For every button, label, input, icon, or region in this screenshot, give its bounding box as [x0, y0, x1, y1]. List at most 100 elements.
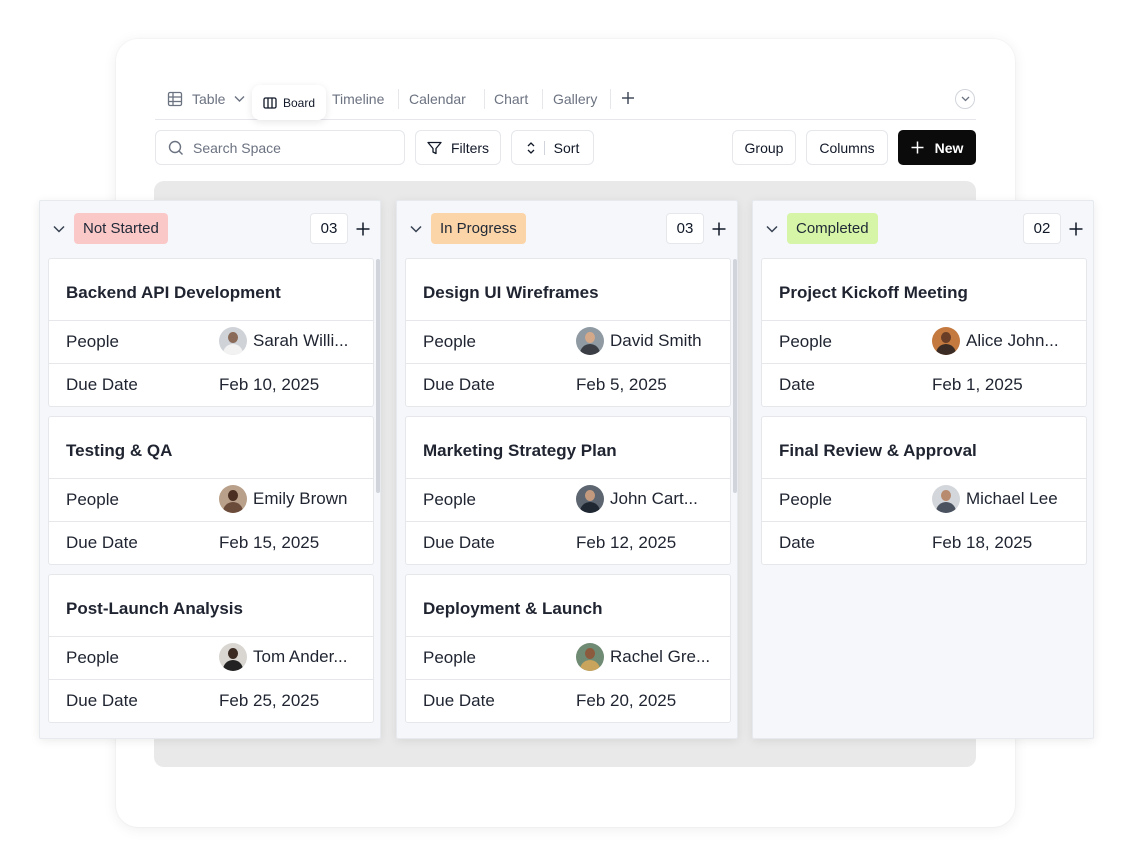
- filters-button[interactable]: Filters: [415, 130, 501, 165]
- task-card[interactable]: Final Review & Approval People Michael L…: [761, 416, 1087, 565]
- person-chip[interactable]: John Cart...: [576, 485, 698, 513]
- sort-divider: [543, 140, 545, 155]
- avatar: [932, 327, 960, 355]
- chevron-down-icon[interactable]: [409, 222, 423, 236]
- person-chip[interactable]: Tom Ander...: [219, 643, 348, 671]
- tab-timeline[interactable]: Timeline: [332, 80, 384, 118]
- chevron-down-icon: [961, 96, 969, 102]
- tab-board[interactable]: Board: [252, 85, 326, 120]
- avatar: [576, 485, 604, 513]
- columns-button[interactable]: Columns: [806, 130, 888, 165]
- search-box[interactable]: [155, 130, 405, 165]
- person-name: Rachel Gre...: [610, 647, 711, 666]
- tab-divider: [610, 89, 611, 109]
- tab-calendar-label: Calendar: [409, 91, 466, 107]
- card-row-date: Due Date Feb 15, 2025: [49, 521, 373, 564]
- column-count: 02: [1023, 213, 1061, 244]
- status-badge: Completed: [787, 213, 878, 244]
- tab-timeline-label: Timeline: [332, 91, 385, 107]
- due-date: Feb 25, 2025: [219, 691, 320, 710]
- card-row-people: People Rachel Gre...: [406, 636, 730, 679]
- tab-chart[interactable]: Chart: [494, 80, 528, 118]
- person-chip[interactable]: Michael Lee: [932, 485, 1058, 513]
- chevron-down-icon[interactable]: [765, 222, 779, 236]
- person-chip[interactable]: Rachel Gre...: [576, 643, 710, 671]
- card-row-date: Due Date Feb 10, 2025: [49, 363, 373, 406]
- task-card[interactable]: Testing & QA People Emily Brown Due Date…: [48, 416, 374, 565]
- card-row-date: Due Date Feb 12, 2025: [406, 521, 730, 564]
- row-label: Date: [779, 533, 815, 552]
- add-card-button[interactable]: [354, 213, 372, 244]
- scrollbar[interactable]: [376, 259, 380, 493]
- card-title: Testing & QA: [66, 441, 173, 460]
- card-row-people: People Tom Ander...: [49, 636, 373, 679]
- task-card[interactable]: Backend API Development People Sarah Wil…: [48, 258, 374, 407]
- card-row-date: Date Feb 18, 2025: [762, 521, 1086, 564]
- group-button[interactable]: Group: [732, 130, 796, 165]
- add-card-button[interactable]: [1067, 213, 1085, 244]
- row-label: People: [779, 490, 832, 509]
- row-label: Date: [779, 375, 815, 394]
- new-label: New: [934, 139, 964, 156]
- tab-table-label: Table: [192, 91, 226, 107]
- column-count: 03: [666, 213, 704, 244]
- person-chip[interactable]: Alice John...: [932, 327, 1059, 355]
- add-view-button[interactable]: [620, 90, 636, 108]
- card-title: Marketing Strategy Plan: [423, 441, 617, 460]
- collapse-button[interactable]: [955, 89, 975, 109]
- sort-button[interactable]: Sort: [511, 130, 594, 165]
- tab-chart-label: Chart: [494, 91, 529, 107]
- card-row-people: People Michael Lee: [762, 478, 1086, 521]
- tab-calendar[interactable]: Calendar: [409, 80, 466, 118]
- filters-label: Filters: [450, 139, 490, 156]
- tab-divider: [398, 89, 399, 109]
- card-title: Post-Launch Analysis: [66, 599, 243, 618]
- new-button[interactable]: New: [898, 130, 976, 165]
- board-column-not-started: Not Started 03 Backend API Development P…: [39, 200, 381, 739]
- due-date: Feb 1, 2025: [932, 375, 1023, 394]
- row-label: People: [66, 648, 119, 667]
- plus-icon: [356, 222, 370, 235]
- task-card[interactable]: Design UI Wireframes People David Smith …: [405, 258, 731, 407]
- tab-table[interactable]: Table: [167, 80, 245, 118]
- card-row-date: Due Date Feb 25, 2025: [49, 679, 373, 722]
- person-chip[interactable]: Sarah Willi...: [219, 327, 348, 355]
- person-name: Sarah Willi...: [253, 331, 349, 350]
- tab-divider: [542, 89, 543, 109]
- task-card[interactable]: Project Kickoff Meeting People Alice Joh…: [761, 258, 1087, 407]
- board-column-completed: Completed 02 Project Kickoff Meeting Peo…: [752, 200, 1094, 739]
- tab-gallery-label: Gallery: [553, 91, 598, 107]
- person-name: Alice John...: [966, 331, 1059, 350]
- chevron-down-icon[interactable]: [234, 95, 245, 103]
- task-card[interactable]: Deployment & Launch People Rachel Gre...…: [405, 574, 731, 723]
- search-input[interactable]: [193, 139, 393, 156]
- due-date: Feb 18, 2025: [932, 533, 1033, 552]
- person-name: Tom Ander...: [253, 647, 348, 666]
- status-badge: Not Started: [74, 213, 168, 244]
- person-chip[interactable]: David Smith: [576, 327, 702, 355]
- card-title: Project Kickoff Meeting: [779, 283, 968, 302]
- task-card[interactable]: Marketing Strategy Plan People John Cart…: [405, 416, 731, 565]
- card-row-people: People Emily Brown: [49, 478, 373, 521]
- person-name: David Smith: [610, 331, 702, 350]
- person-chip[interactable]: Emily Brown: [219, 485, 347, 513]
- due-date: Feb 12, 2025: [576, 533, 677, 552]
- card-title: Design UI Wireframes: [423, 283, 599, 302]
- chevron-down-icon[interactable]: [52, 222, 66, 236]
- avatar: [219, 327, 247, 355]
- add-card-button[interactable]: [710, 213, 728, 244]
- card-title: Backend API Development: [66, 283, 281, 302]
- plus-icon: [712, 222, 726, 235]
- scrollbar[interactable]: [733, 259, 737, 493]
- tab-gallery[interactable]: Gallery: [553, 80, 597, 118]
- card-title: Final Review & Approval: [779, 441, 977, 460]
- card-row-people: People John Cart...: [406, 478, 730, 521]
- row-label: Due Date: [423, 375, 495, 394]
- board-column-in-progress: In Progress 03 Design UI Wireframes Peop…: [396, 200, 738, 739]
- due-date: Feb 15, 2025: [219, 533, 320, 552]
- card-row-people: People David Smith: [406, 320, 730, 363]
- filter-icon: [427, 141, 442, 155]
- due-date: Feb 5, 2025: [576, 375, 667, 394]
- task-card[interactable]: Post-Launch Analysis People Tom Ander...…: [48, 574, 374, 723]
- tab-divider: [484, 89, 485, 109]
